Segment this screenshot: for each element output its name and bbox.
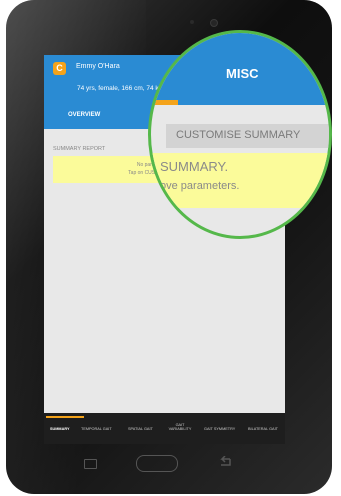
bottom-tab-summary[interactable]: SUMMARY (50, 427, 69, 431)
zoom-magnifier: MISC CUSTOMISE SUMMARY SUMMARY. ove para… (148, 30, 332, 239)
back-icon[interactable] (217, 456, 233, 468)
front-camera (210, 19, 218, 27)
zoom-message-line1: SUMMARY. (160, 159, 229, 174)
zoom-tab-indicator (151, 100, 178, 105)
customise-summary-label: CUSTOMISE SUMMARY (176, 129, 301, 141)
bottom-tab-gait-variability-line2: VARIABILITY (168, 427, 192, 431)
zoom-title: MISC (226, 66, 259, 81)
bottom-tab-indicator (46, 416, 84, 418)
zoom-app-bar: MISC (151, 33, 329, 105)
app-logo-icon: C (53, 62, 66, 75)
zoom-content: MISC CUSTOMISE SUMMARY SUMMARY. ove para… (151, 33, 329, 236)
home-icon[interactable] (136, 455, 178, 472)
patient-name: Emmy O'Hara (76, 63, 120, 70)
recent-apps-icon[interactable] (84, 459, 97, 469)
customise-summary-button[interactable]: CUSTOMISE SUMMARY (166, 124, 329, 148)
bottom-tab-gait-variability[interactable]: GAIT VARIABILITY (167, 423, 193, 431)
patient-info: 74 yrs, female, 166 cm, 74 kg (77, 85, 163, 92)
summary-report-heading: SUMMARY REPORT (53, 146, 106, 152)
bottom-tab-spatial-gait[interactable]: SPATIAL GAIT (128, 427, 153, 431)
bottom-tab-temporal-gait[interactable]: TEMPORAL GAIT (81, 427, 112, 431)
bottom-tab-gait-symmetry[interactable]: GAIT SYMMETRY (204, 427, 235, 431)
bottom-tab-bilateral-gait[interactable]: BILATERAL GAIT (248, 427, 278, 431)
sensor-dot (190, 20, 194, 24)
zoom-message-box: SUMMARY. ove parameters. (151, 153, 329, 208)
zoom-message-line2: ove parameters. (160, 180, 240, 192)
stage: C Emmy O'Hara 74 yrs, female, 166 cm, 74… (0, 0, 341, 496)
tab-overview[interactable]: OVERVIEW (68, 112, 100, 118)
